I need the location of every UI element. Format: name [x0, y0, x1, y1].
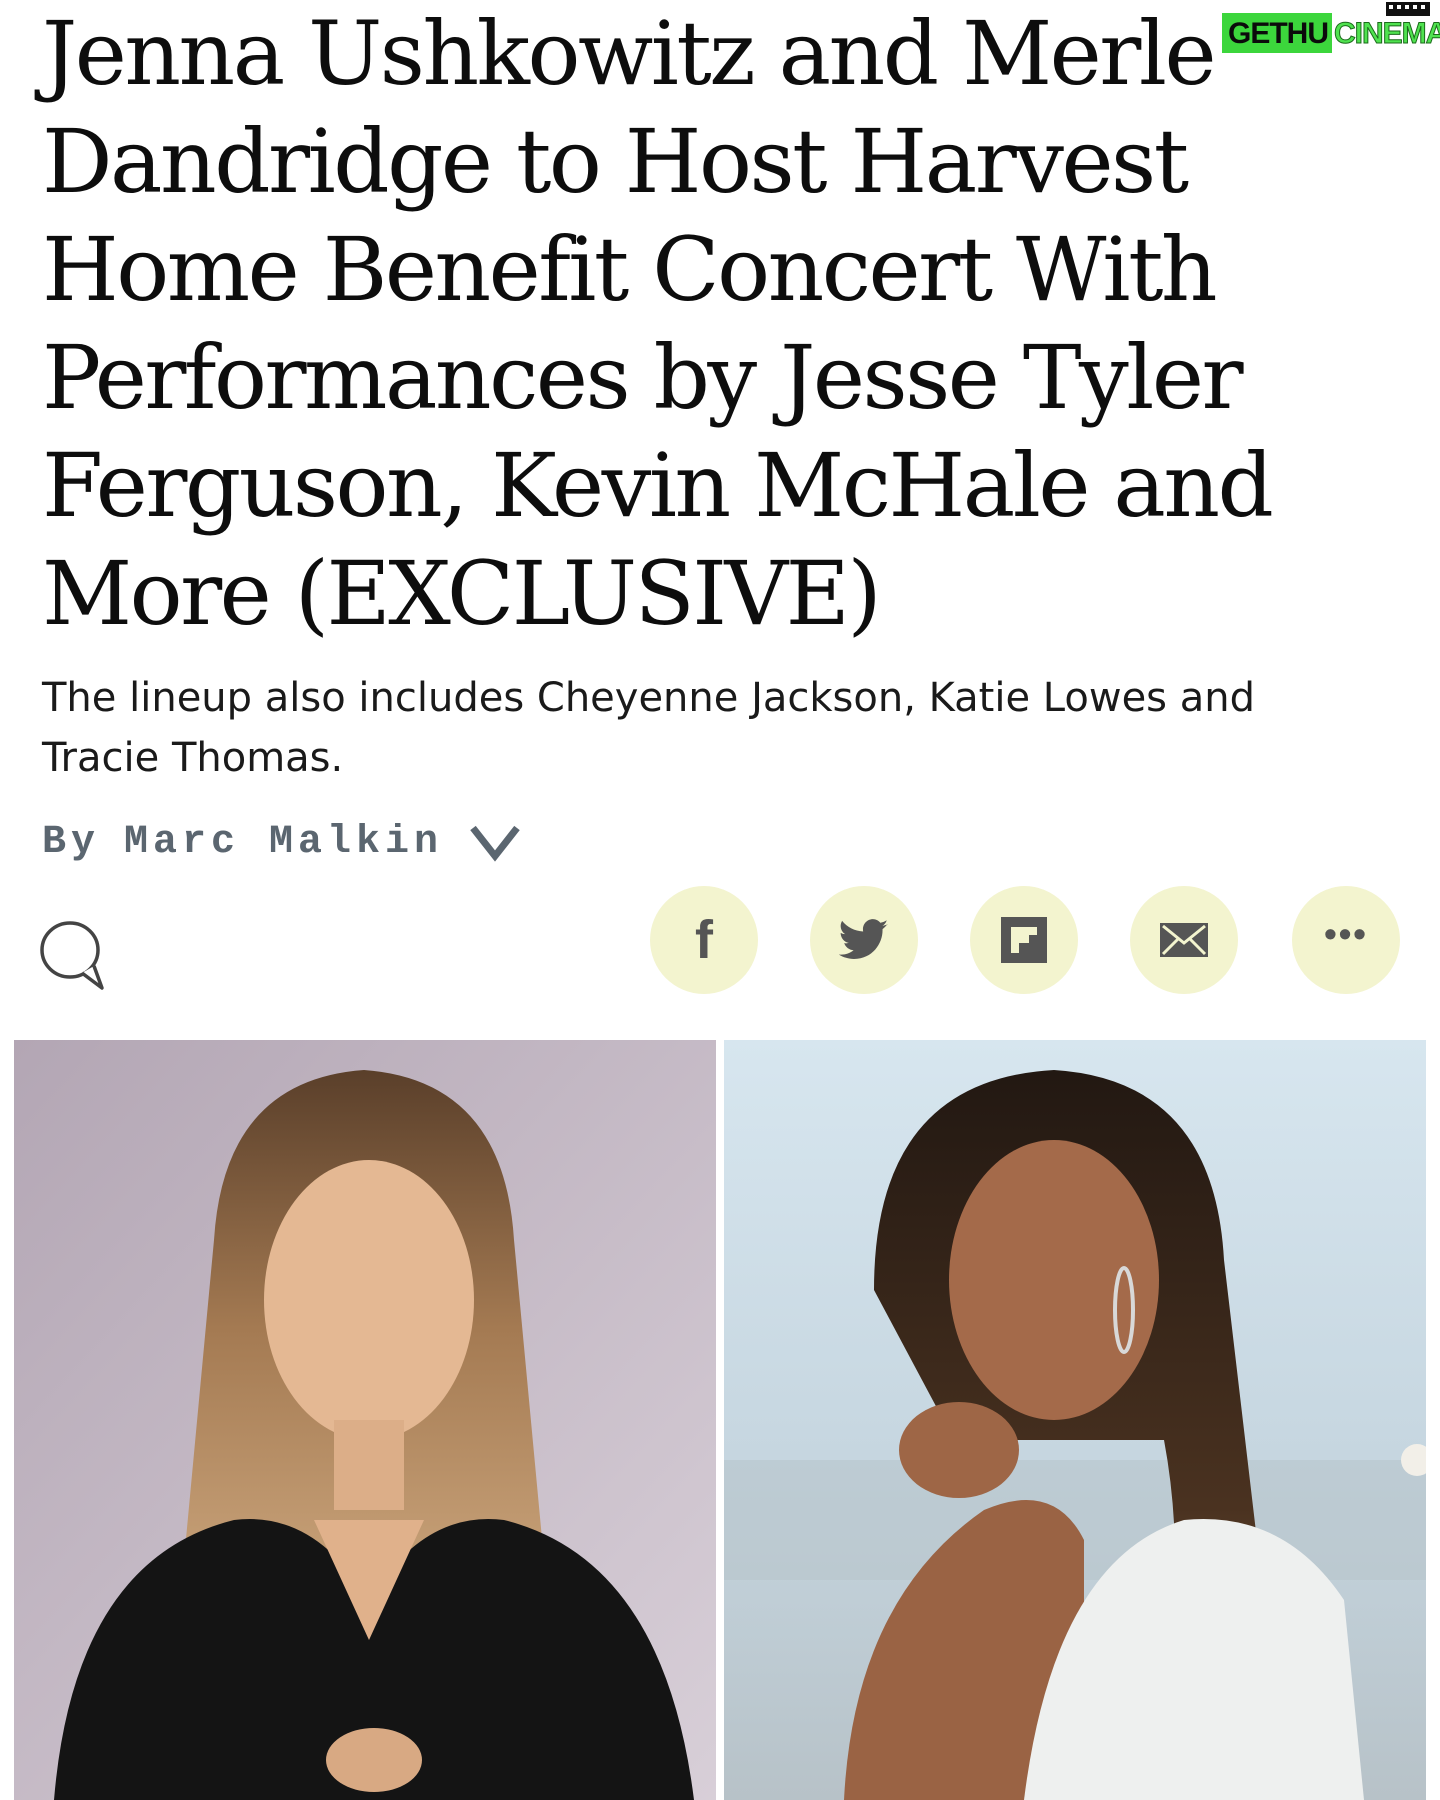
watermark-gethu: GETHU	[1222, 13, 1332, 53]
chevron-down-icon[interactable]	[469, 822, 521, 862]
share-facebook-button[interactable]: f	[650, 886, 758, 994]
ellipsis-icon: •••	[1324, 913, 1368, 954]
article-headline: Jenna Ushkowitz and Merle Dandridge to H…	[42, 2, 1274, 645]
byline-prefix: By	[42, 819, 101, 865]
article-subheadline: The lineup also includes Cheyenne Jackso…	[42, 675, 1255, 781]
speech-bubble-icon	[40, 921, 104, 990]
comment-button[interactable]	[38, 918, 106, 997]
gethu-cinema-watermark: GETHU CINEMA	[1222, 2, 1440, 56]
share-more-button[interactable]: •••	[1292, 886, 1400, 994]
facebook-icon: f	[695, 910, 713, 970]
twitter-bird-icon	[839, 919, 889, 959]
byline-author[interactable]: Marc Malkin	[124, 820, 443, 865]
watermark-cinema: CINEMA	[1333, 17, 1440, 51]
film-reel-icon	[1386, 2, 1430, 16]
share-twitter-button[interactable]	[810, 886, 918, 994]
envelope-icon	[1160, 923, 1208, 957]
share-flipboard-button[interactable]	[970, 886, 1078, 994]
flipboard-icon	[1001, 917, 1047, 963]
byline: By Marc Malkin	[42, 812, 521, 872]
photo-merle-dandridge	[724, 1040, 1426, 1800]
photo-jenna-ushkowitz	[14, 1040, 716, 1800]
share-email-button[interactable]	[1130, 886, 1238, 994]
